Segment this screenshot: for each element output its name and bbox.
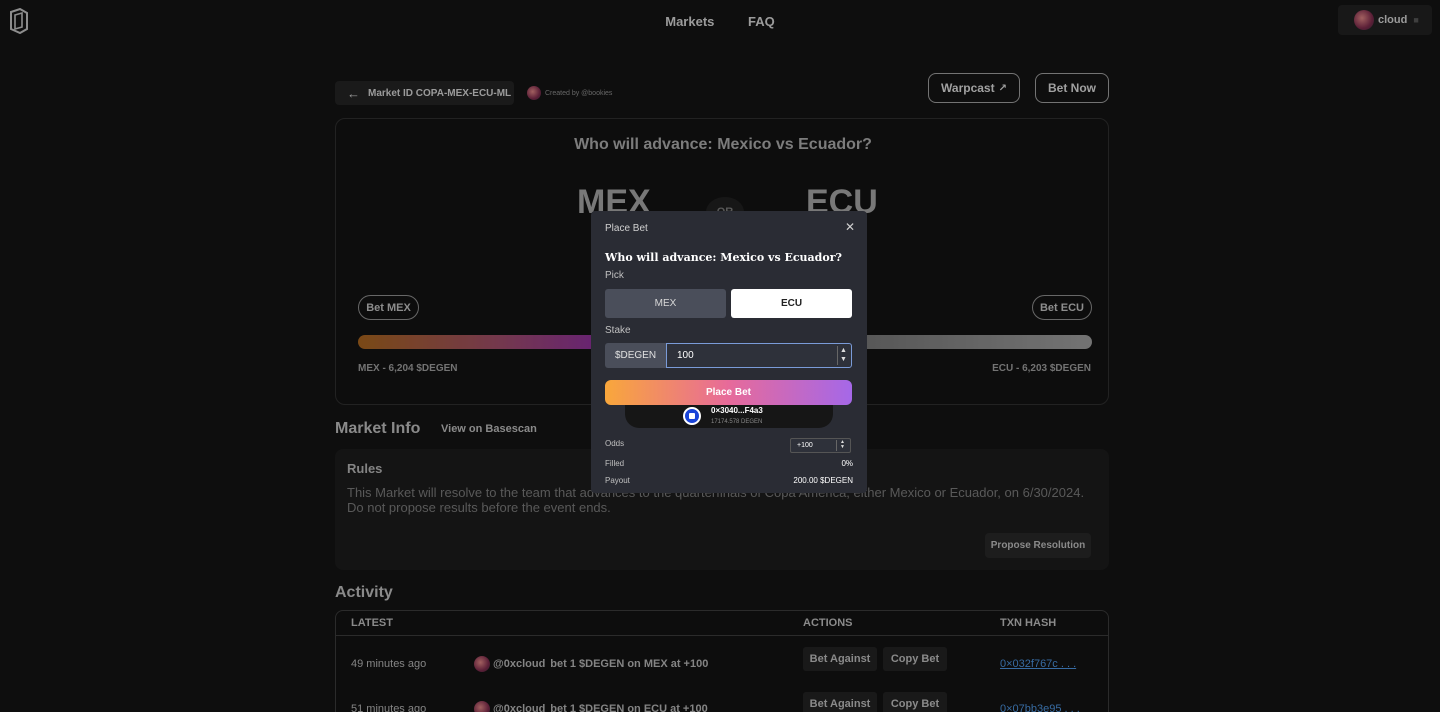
wallet-chip[interactable]: 0×3040...F4a3 17174.578 DEGEN: [625, 402, 833, 428]
close-icon[interactable]: ✕: [845, 220, 855, 234]
pick-mex-option[interactable]: MEX: [605, 289, 726, 318]
wallet-address: 0×3040...F4a3: [711, 406, 763, 415]
pick-ecu-option[interactable]: ECU: [731, 289, 852, 318]
place-bet-modal: Place Bet ✕ Who will advance: Mexico vs …: [591, 211, 867, 493]
pick-label: Pick: [605, 270, 624, 281]
stake-label: Stake: [605, 325, 631, 336]
stake-stepper[interactable]: ▲ ▼: [837, 346, 849, 365]
stake-value: 100: [677, 350, 694, 361]
coinbase-wallet-icon: [683, 407, 701, 425]
odds-value: +100: [797, 442, 813, 449]
stake-input[interactable]: 100 ▲ ▼: [666, 343, 852, 368]
filled-label: Filled: [605, 459, 625, 468]
place-bet-button[interactable]: Place Bet: [605, 380, 852, 405]
odds-label: Odds: [605, 439, 625, 448]
odds-stepper[interactable]: ▲ ▼: [836, 440, 848, 451]
modal-question: Who will advance: Mexico vs Ecuador?: [605, 251, 842, 264]
modal-title: Place Bet: [605, 223, 648, 234]
odds-input[interactable]: +100 ▲ ▼: [790, 438, 851, 453]
stake-unit: $DEGEN: [605, 343, 666, 368]
wallet-balance: 17174.578 DEGEN: [711, 419, 763, 425]
payout-label: Payout: [605, 476, 630, 485]
filled-value: 0%: [841, 459, 853, 468]
payout-value: 200.00 $DEGEN: [793, 476, 853, 485]
